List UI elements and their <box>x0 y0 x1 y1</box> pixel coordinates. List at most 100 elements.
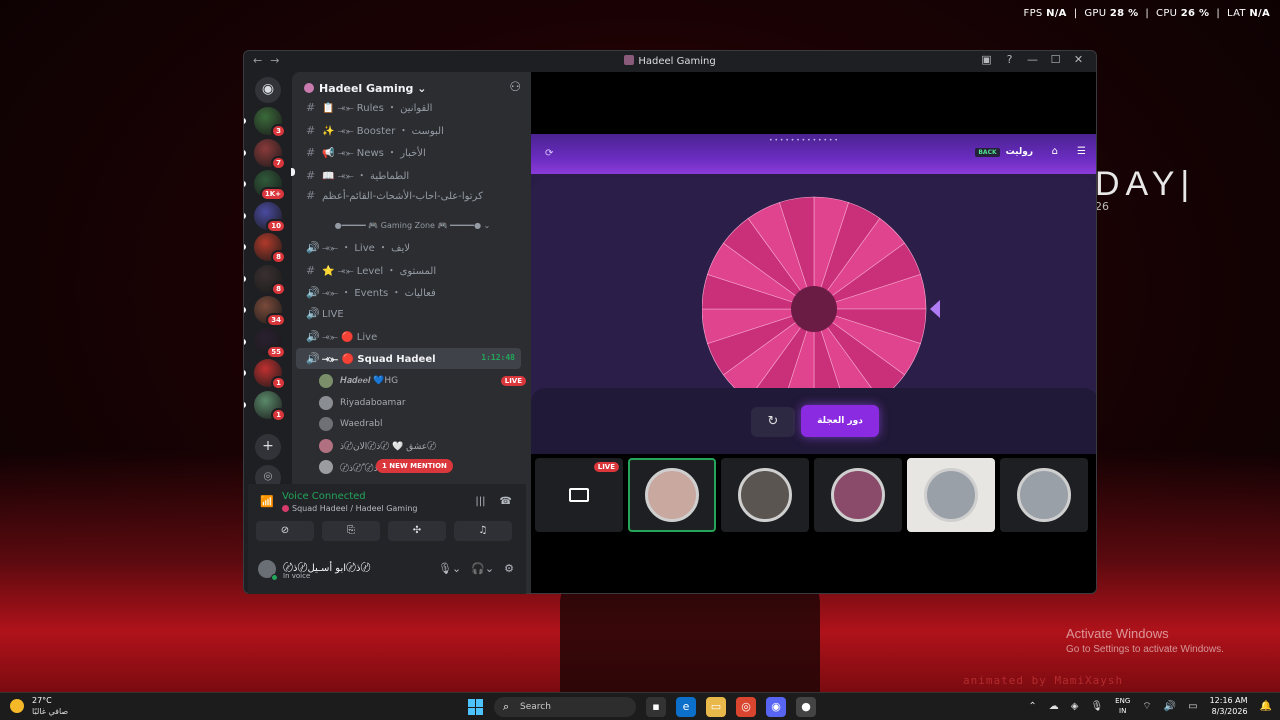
chrome-icon[interactable]: ◎ <box>736 697 756 717</box>
channel-item[interactable]: 🔊 ⤛⤜ ・ Events ・ فعاليات <box>296 280 521 301</box>
user-panel: 〄ذ〄ابو أسـيل〄ذ〄 In voice 🎙⌄ 🎧⌄ ⚙ <box>256 556 518 588</box>
server-badge: 55 <box>266 344 286 359</box>
server-badge: 8 <box>271 281 286 296</box>
invite-icon[interactable]: ⚇ <box>509 80 521 95</box>
steam-icon[interactable]: ● <box>796 697 816 717</box>
spin-wheel-button[interactable]: دور العجلة <box>801 405 879 437</box>
server-icon[interactable]: 1K+ <box>254 170 286 201</box>
reset-button[interactable]: ↻ <box>751 407 795 437</box>
avatar <box>645 468 699 522</box>
inbox-icon[interactable]: ▣ <box>975 53 998 66</box>
category-header[interactable]: ●━━━━━ 🎮 Gaming Zone 🎮 ━━━━━● ⌄ <box>300 221 525 230</box>
participant-tile[interactable] <box>907 458 995 532</box>
voice-member[interactable]: 𝑯𝒂𝒅𝒆𝒆𝒍 💙HG LIVE <box>319 371 529 391</box>
server-icon[interactable]: 55 <box>254 327 286 359</box>
server-icon[interactable]: 1 <box>254 359 286 390</box>
avatar <box>319 374 333 388</box>
channel-item[interactable]: # ⭐ ⤛⤜ Level ・ المستوى <box>296 258 521 279</box>
menu-icon[interactable]: ☰ <box>1077 146 1086 157</box>
server-icon[interactable]: 8 <box>254 233 286 264</box>
channel-item[interactable]: # 📖 ⤛⤜ ・ الطماطية <box>296 163 521 184</box>
file-explorer-icon[interactable]: ▭ <box>706 697 726 717</box>
server-icon[interactable]: 10 <box>254 201 286 233</box>
volume-icon[interactable]: 🔊 <box>1164 701 1176 712</box>
voice-connected-title[interactable]: Voice Connected <box>282 491 366 502</box>
camera-off-icon[interactable]: ⊘ <box>256 521 314 541</box>
start-button[interactable] <box>468 699 484 715</box>
soundboard-icon[interactable]: ♫ <box>454 521 512 541</box>
task-view-icon[interactable]: ▪ <box>646 697 666 717</box>
voice-channel-icon: 🔊 <box>306 286 320 300</box>
language-indicator[interactable]: ENG IN <box>1115 696 1130 716</box>
taskbar-clock[interactable]: 12:16 AM 8/3/2026 <box>1210 695 1248 717</box>
channel-item[interactable]: # 📢 ⤛⤜ News ・ الأخبار <box>296 140 521 161</box>
voice-connected-sub[interactable]: Squad Hadeel / Hadeel Gaming <box>282 504 417 513</box>
voice-member[interactable]: Waedrabl <box>319 414 529 434</box>
channel-item[interactable]: # ✨ ⤛⤜ Booster ・ البوست <box>296 118 521 139</box>
server-icon[interactable]: 34 <box>254 296 286 327</box>
voice-member[interactable]: Riyadaboamar <box>319 393 529 413</box>
disconnect-icon[interactable]: ☎ <box>500 496 512 507</box>
minimize-button[interactable]: — <box>1021 53 1044 66</box>
channel-item[interactable]: # 📋 ⤛⤜ Rules ・ القوانين <box>296 95 521 116</box>
new-mention-badge[interactable]: 1 NEW MENTION <box>376 459 453 473</box>
home-icon[interactable]: ⌂ <box>1052 146 1058 157</box>
text-channel-icon: # <box>306 123 316 137</box>
channel-item[interactable]: 🔊 ⤛⤜ 🔴 Squad Hadeel 1:12:48 <box>296 348 521 369</box>
avatar <box>831 468 885 522</box>
server-icon[interactable]: 1 <box>254 390 286 422</box>
wifi-icon[interactable]: ⌔ <box>1142 700 1151 713</box>
chevron-up-icon[interactable]: ⌃ <box>1028 701 1036 712</box>
channel-item[interactable]: 🔊 ⤛⤜ ・ Live ・ لايف <box>296 235 521 256</box>
channel-item[interactable]: # كرتوا-على-احاب-الأشحاث-القائم-أعظم <box>296 185 521 206</box>
server-icon[interactable]: 3 <box>254 107 286 138</box>
search-box[interactable]: Search <box>494 697 636 717</box>
notification-icon[interactable]: 🔔 <box>1260 701 1272 712</box>
gear-icon[interactable]: ⚙ <box>504 562 514 575</box>
signal-icon[interactable]: 📶 <box>260 495 274 508</box>
voice-channel-icon: 🔊 <box>306 352 320 365</box>
participant-tile[interactable] <box>1000 458 1088 532</box>
game-header: ⟳ • • • • • • • • • • • • • BACK روليت ⌂ … <box>531 134 1096 174</box>
participant-tile[interactable] <box>721 458 809 532</box>
noise-suppression-icon[interactable]: ||| <box>475 496 485 507</box>
server-icon[interactable]: 8 <box>254 264 286 296</box>
cloud-icon[interactable]: ☁ <box>1049 701 1059 712</box>
title-bar: ← → Hadeel Gaming ▣ ? — ☐ ✕ <box>244 51 1096 72</box>
refresh-icon[interactable]: ⟳ <box>545 148 553 159</box>
wallpaper-credit: animated by MamiXaysh <box>963 674 1124 687</box>
maximize-button[interactable]: ☐ <box>1044 53 1067 66</box>
participant-tile[interactable] <box>814 458 902 532</box>
channel-label: 📢 ⤛⤜ News ・ الأخبار <box>322 148 426 159</box>
activities-icon[interactable]: ✣ <box>388 521 446 541</box>
avatar <box>1017 468 1071 522</box>
server-badge: 3 <box>271 124 286 138</box>
channel-label: ⤛⤜ 🔴 Squad Hadeel <box>322 354 436 365</box>
screen-share-icon[interactable]: ⎘ <box>322 521 380 541</box>
channel-item[interactable]: 🔊 ⤛⤜ 🔴 Live <box>296 326 521 347</box>
unread-pill <box>244 149 246 156</box>
edge-icon[interactable]: e <box>676 697 696 717</box>
battery-icon[interactable]: ▭ <box>1188 701 1197 712</box>
headphones-icon[interactable]: 🎧⌄ <box>471 562 494 575</box>
security-icon[interactable]: ◈ <box>1071 701 1079 712</box>
unread-indicator <box>291 168 295 176</box>
voice-timer: 1:12:48 <box>481 353 515 362</box>
server-icon[interactable]: 7 <box>254 138 286 170</box>
discord-icon[interactable]: ◉ <box>766 697 786 717</box>
roulette-wheel[interactable] <box>702 189 942 394</box>
microphone-icon[interactable]: 🎙⌄ <box>438 562 461 575</box>
add-server-button[interactable]: + <box>255 434 281 460</box>
channel-item[interactable]: 🔊 LIVE <box>296 303 521 324</box>
help-icon[interactable]: ? <box>998 53 1021 66</box>
stream-tile[interactable]: LIVE <box>535 458 623 532</box>
participant-tile[interactable] <box>628 458 716 532</box>
close-button[interactable]: ✕ <box>1067 53 1090 66</box>
voice-member[interactable]: عشق 🤍 〄ذ〄الان〄ذ〄 <box>319 436 529 456</box>
channel-label: ✨ ⤛⤜ Booster ・ البوست <box>322 125 444 137</box>
text-channel-icon: # <box>306 189 316 202</box>
discord-home-icon[interactable]: ◉ <box>255 77 281 103</box>
weather-icon <box>10 699 24 713</box>
screen-share-icon <box>569 488 589 502</box>
mic-tray-icon[interactable]: 🎙 <box>1090 701 1103 712</box>
